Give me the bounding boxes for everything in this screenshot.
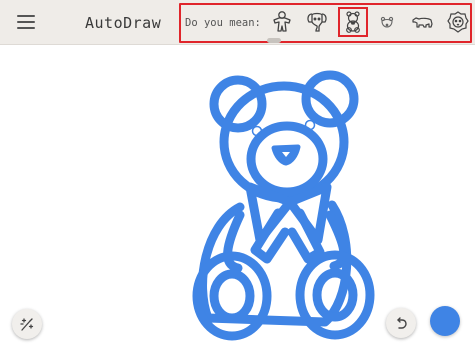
teddy-bear-icon [346, 11, 360, 33]
magic-wand-icon [20, 318, 34, 331]
polar-bear-face-icon [380, 16, 394, 28]
drawing-canvas[interactable] [0, 46, 475, 350]
suggestions-label: Do you mean: [185, 17, 261, 29]
teddy-bear-drawing [192, 70, 375, 341]
menu-button[interactable] [13, 9, 39, 35]
polar-bear-icon [412, 17, 433, 28]
gingerbread-icon [273, 11, 291, 32]
drag-handle[interactable] [267, 38, 281, 43]
undo-icon [397, 317, 407, 329]
top-toolbar: AutoDraw Do you mean: [0, 0, 475, 45]
menu-icon-line [17, 27, 35, 29]
color-picker-button[interactable] [430, 306, 460, 336]
lion-face-icon [447, 11, 469, 33]
suggestion-gingerbread[interactable] [268, 8, 296, 36]
suggestion-elephant[interactable] [303, 8, 331, 36]
undo-button[interactable] [386, 308, 416, 338]
suggestion-teddy-bear[interactable] [338, 7, 368, 37]
app-title: AutoDraw [85, 14, 162, 32]
suggestion-polar-bear-face[interactable] [373, 8, 401, 36]
menu-icon-line [17, 21, 35, 23]
suggestion-polar-bear[interactable] [409, 8, 437, 36]
suggestion-lion-face[interactable] [444, 8, 472, 36]
menu-icon-line [17, 15, 35, 17]
autodraw-tool-button[interactable] [12, 309, 42, 339]
elephant-icon [307, 12, 327, 32]
